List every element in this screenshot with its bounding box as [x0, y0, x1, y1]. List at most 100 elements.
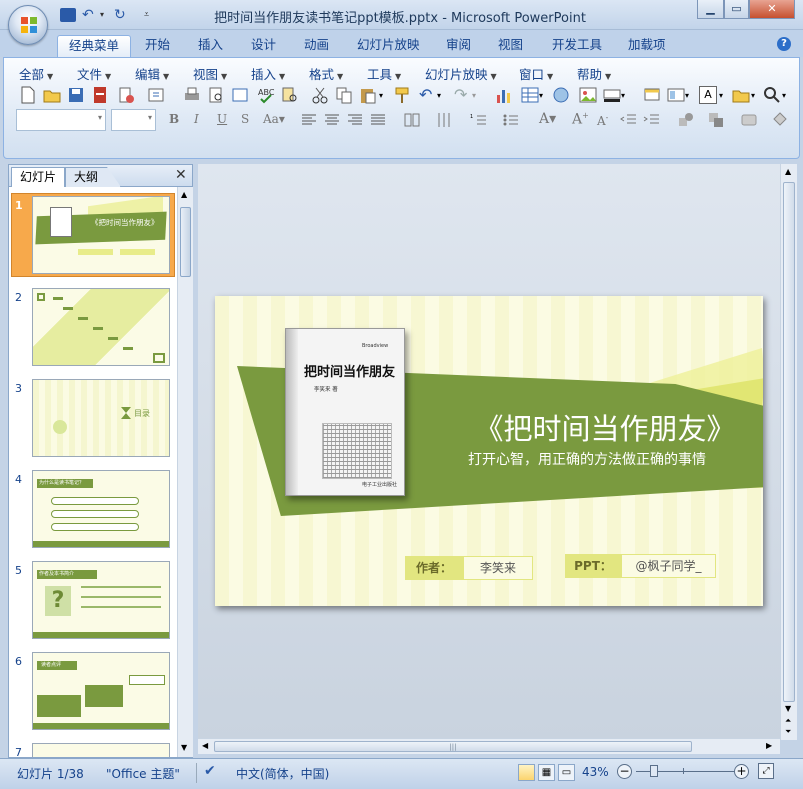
theme-name[interactable]: "Office 主题" — [106, 765, 180, 782]
slide-title[interactable]: 《把时间当作朋友》 — [465, 406, 745, 448]
shrink-font-button[interactable]: A- — [597, 113, 608, 128]
zoom-out-icon[interactable]: − — [617, 764, 632, 779]
menu-window[interactable]: 窗口 ▼ — [519, 64, 553, 83]
layout-dropdown-icon[interactable]: ▾ — [685, 91, 689, 100]
scroll-left-icon[interactable]: ◀ — [202, 741, 208, 750]
redo-list-icon[interactable]: ▾ — [472, 91, 476, 100]
numbering-icon[interactable]: 1 — [469, 110, 489, 130]
spellcheck-icon[interactable]: ✔ — [204, 763, 216, 779]
scroll-right-icon[interactable]: ▶ — [766, 741, 772, 750]
minimize-button[interactable]: ▁ — [697, 0, 724, 19]
open-folder-icon[interactable] — [42, 85, 62, 105]
menu-insert[interactable]: 插入 ▼ — [251, 64, 285, 83]
slide-sorter-icon[interactable]: ▦ — [538, 764, 555, 781]
thumbnail-scrollbar[interactable]: ▲ ▼ — [177, 187, 193, 757]
copy-icon[interactable] — [334, 85, 354, 105]
folder-dropdown-icon[interactable]: ▾ — [751, 91, 755, 100]
editor-vscrollbar[interactable]: ▲ ▼ ⏶ ⏷ — [780, 164, 797, 740]
redo-icon[interactable]: ↷ — [454, 85, 467, 104]
italic-button[interactable]: I — [194, 112, 199, 126]
slide-layout-icon[interactable] — [666, 85, 686, 105]
thumbnail-slide-4[interactable]: 为什么是读书笔记？ — [32, 470, 170, 548]
increase-indent-icon[interactable] — [642, 110, 662, 130]
close-pane-icon[interactable]: ✕ — [175, 167, 187, 183]
hscroll-thumb[interactable]: ||| — [214, 741, 692, 752]
ppt-author-name[interactable]: @枫子同学_ — [621, 554, 716, 578]
chart-icon[interactable] — [494, 85, 514, 105]
tab-view[interactable]: 视图 — [487, 35, 534, 57]
help-icon[interactable]: ? — [777, 37, 791, 51]
slide-canvas[interactable]: Broadview 把时间当作朋友 李笑来 著 电子工业出版社 《把时间当作朋友… — [215, 296, 763, 606]
picture-icon[interactable] — [578, 85, 598, 105]
close-button[interactable]: ✕ — [749, 0, 795, 19]
scroll-down-icon[interactable]: ▼ — [785, 704, 791, 713]
research-icon[interactable] — [280, 85, 300, 105]
table-dropdown-icon[interactable]: ▾ — [539, 91, 543, 100]
font-name-combo[interactable]: ▾ — [16, 109, 106, 131]
change-case-button[interactable]: Aa▾ — [263, 112, 285, 126]
tab-review[interactable]: 审阅 — [435, 35, 482, 57]
menu-format[interactable]: 格式 ▼ — [309, 64, 343, 83]
table-icon[interactable] — [520, 85, 540, 105]
tab-home[interactable]: 开始 — [134, 35, 181, 57]
thumbnail-slide-7[interactable] — [32, 743, 170, 757]
shadow-button[interactable]: S — [241, 112, 249, 126]
zoom-slider-thumb[interactable] — [650, 765, 658, 777]
textbox-icon[interactable]: A — [699, 86, 717, 104]
decrease-indent-icon[interactable] — [619, 110, 639, 130]
paint-bucket-icon[interactable] — [769, 110, 789, 130]
tab-classic-menu[interactable]: 经典菜单 — [57, 35, 132, 57]
menu-edit[interactable]: 编辑 ▼ — [135, 64, 169, 83]
editor-hscrollbar[interactable]: ◀ ||| ▶ — [198, 738, 780, 754]
thumbnail-slide-1[interactable]: 《把时间当作朋友》 — [32, 196, 170, 274]
align-center-icon[interactable] — [322, 110, 342, 130]
scroll-down-icon[interactable]: ▼ — [181, 743, 187, 752]
thumbnail-slide-2[interactable] — [32, 288, 170, 366]
tab-slides[interactable]: 幻灯片 — [11, 167, 66, 187]
permission-icon[interactable] — [116, 85, 136, 105]
bold-button[interactable]: B — [169, 112, 179, 126]
layout-icon[interactable] — [230, 85, 250, 105]
tab-animations[interactable]: 动画 — [293, 35, 340, 57]
undo-list-icon[interactable]: ▾ — [437, 91, 441, 100]
scroll-up-icon[interactable]: ▲ — [785, 167, 791, 176]
print-preview-icon[interactable] — [206, 85, 226, 105]
language-indicator[interactable]: 中文(简体，中国) — [236, 765, 329, 782]
align-right-icon[interactable] — [345, 110, 365, 130]
folder-icon[interactable] — [731, 85, 751, 105]
redo-icon[interactable]: ↻ — [114, 8, 130, 22]
menu-view[interactable]: 视图 ▼ — [193, 64, 227, 83]
author-name[interactable]: 李笑来 — [463, 556, 533, 580]
maximize-button[interactable]: ▭ — [724, 0, 749, 19]
new-slide-icon[interactable] — [642, 85, 662, 105]
print-icon[interactable] — [182, 85, 202, 105]
bullets-icon[interactable] — [501, 110, 521, 130]
menu-tools[interactable]: 工具 ▼ — [367, 64, 401, 83]
arrange-icon[interactable] — [706, 110, 726, 130]
office-button[interactable] — [8, 5, 48, 45]
spelling-icon[interactable]: ABC — [256, 85, 276, 105]
pdf-icon[interactable] — [90, 85, 110, 105]
attach-icon[interactable] — [146, 85, 166, 105]
tab-slideshow[interactable]: 幻灯片放映 — [346, 35, 431, 57]
tab-design[interactable]: 设计 — [240, 35, 287, 57]
find-dropdown-icon[interactable]: ▾ — [782, 91, 786, 100]
tab-insert[interactable]: 插入 — [187, 35, 234, 57]
undo-icon[interactable]: ↶ — [419, 85, 432, 104]
menu-all[interactable]: 全部 ▼ — [19, 64, 53, 83]
customize-qat-icon[interactable]: ⩡ — [144, 8, 160, 22]
text-direction-icon[interactable] — [434, 110, 454, 130]
textbox-dropdown-icon[interactable]: ▾ — [719, 91, 723, 100]
zoom-in-icon[interactable]: + — [734, 764, 749, 779]
cut-icon[interactable] — [310, 85, 330, 105]
tab-addins[interactable]: 加载项 — [617, 35, 677, 57]
zoom-level[interactable]: 43% — [582, 765, 609, 779]
scroll-thumb[interactable] — [783, 182, 795, 702]
fill-dropdown-icon[interactable]: ▾ — [621, 91, 625, 100]
next-slide-icon[interactable]: ⏷ — [785, 727, 791, 737]
format-painter-icon[interactable] — [392, 85, 412, 105]
font-size-combo[interactable]: ▾ — [111, 109, 156, 131]
tab-outline[interactable]: 大纲 — [65, 167, 122, 187]
fit-to-window-icon[interactable]: ⤢ — [758, 763, 774, 779]
clipart-icon[interactable] — [551, 85, 571, 105]
